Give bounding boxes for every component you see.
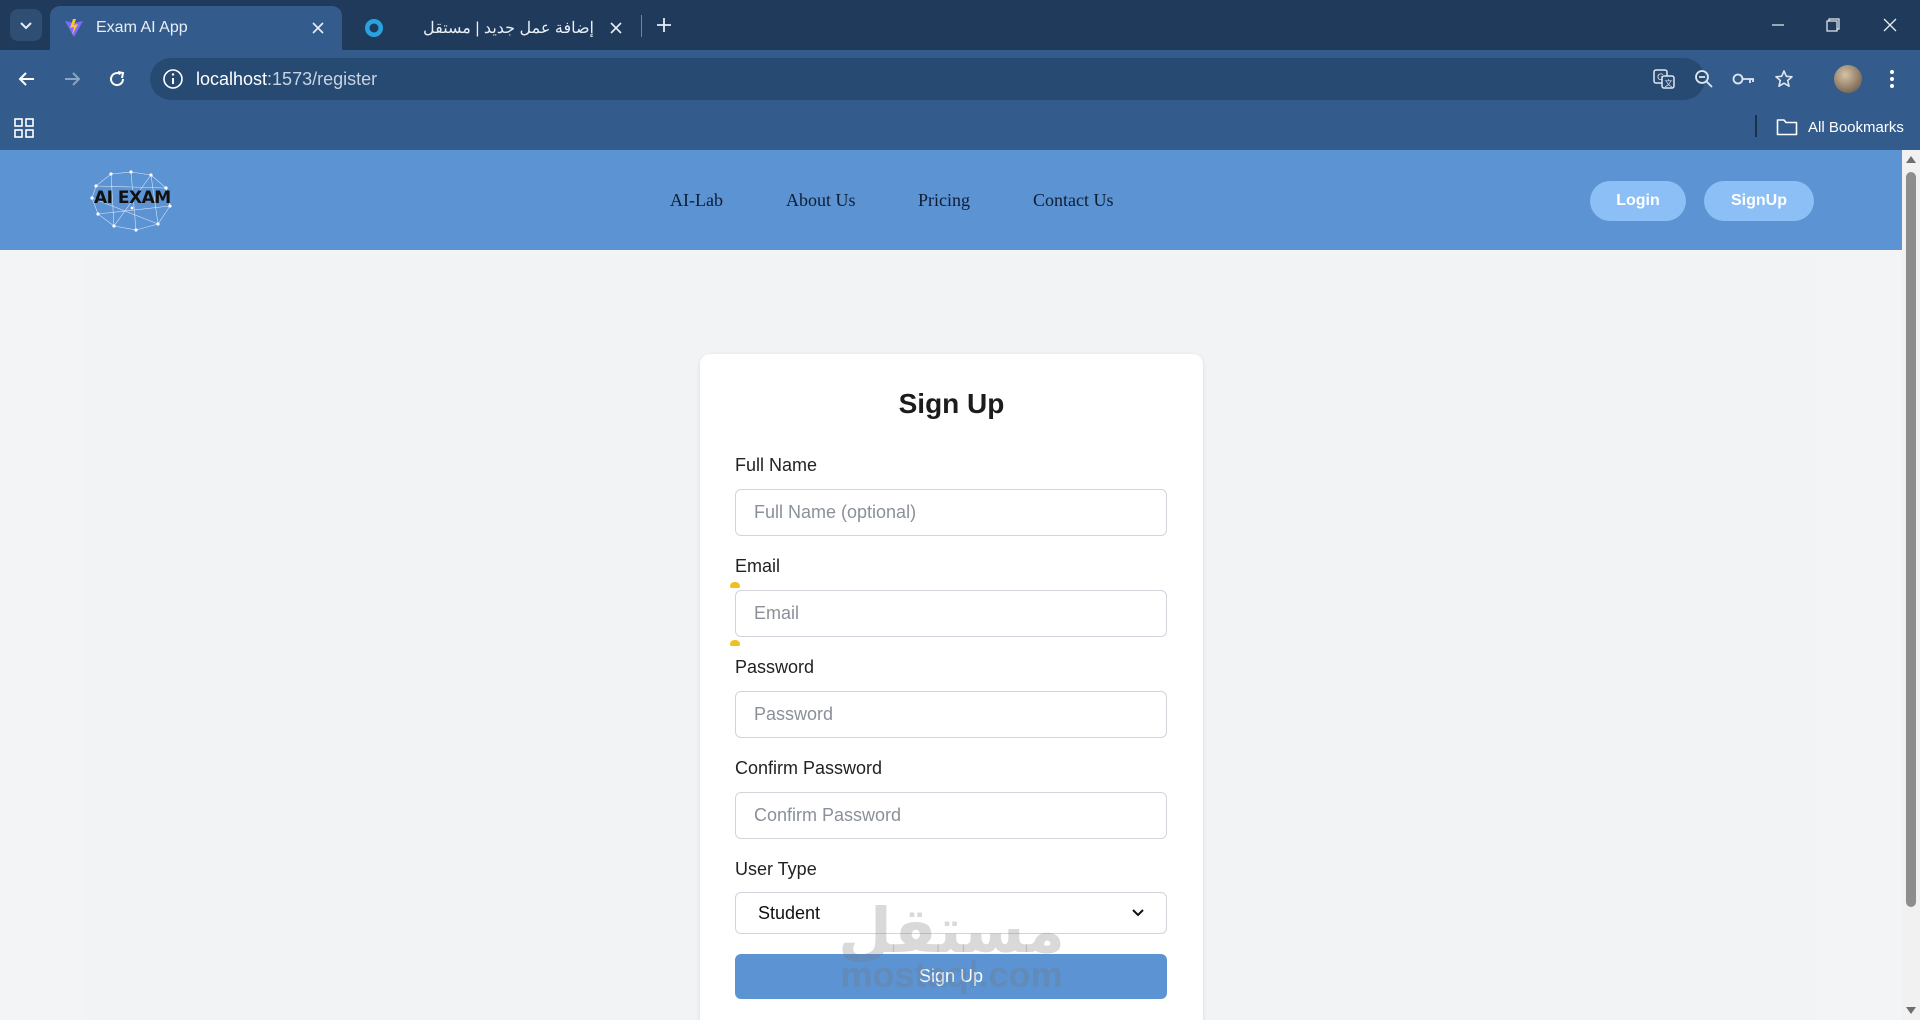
nav-pricing[interactable]: Pricing	[918, 190, 970, 211]
address-bar[interactable]: localhost:1573/register G文	[150, 58, 1793, 100]
new-tab-button[interactable]	[652, 13, 676, 37]
close-icon	[1883, 18, 1897, 32]
apps-icon[interactable]	[12, 116, 36, 140]
nav-about-us[interactable]: About Us	[786, 190, 856, 211]
chevron-down-icon	[20, 22, 32, 30]
url-host: localhost	[196, 69, 268, 89]
forward-button[interactable]	[57, 64, 87, 94]
site-header: AI EXAM AI-Lab About Us Pricing Contact …	[0, 150, 1902, 250]
forward-icon	[65, 72, 81, 86]
close-icon[interactable]	[308, 18, 328, 38]
browser-toolbar: localhost:1573/register G文	[0, 50, 1920, 107]
key-icon	[1732, 73, 1754, 85]
signup-submit-button[interactable]: Sign Up	[735, 954, 1167, 999]
nav-contact-us[interactable]: Contact Us	[1033, 190, 1114, 211]
full-name-label: Full Name	[735, 455, 818, 475]
reload-icon	[110, 71, 125, 87]
url-text[interactable]: localhost:1573/register	[196, 69, 377, 90]
chevron-down-icon	[1132, 909, 1144, 917]
zoom-out-icon	[1695, 70, 1713, 88]
login-button[interactable]: Login	[1590, 181, 1686, 221]
password-label: Password	[735, 657, 815, 677]
translate-icon: G文	[1653, 69, 1675, 89]
avatar[interactable]	[1834, 65, 1862, 93]
folder-icon	[1776, 119, 1798, 136]
tab-search-button[interactable]	[10, 9, 42, 41]
site-logo[interactable]: AI EXAM	[86, 166, 176, 234]
tab-exam-ai-app[interactable]: Exam AI App	[50, 6, 342, 50]
back-icon	[18, 72, 34, 86]
bookmarks-separator	[1755, 115, 1757, 137]
restore-button[interactable]	[1813, 10, 1853, 40]
circle-favicon-icon	[365, 19, 383, 37]
restore-icon	[1826, 18, 1840, 32]
close-window-button[interactable]	[1870, 10, 1910, 40]
url-path: :1573/register	[267, 69, 378, 89]
signup-button[interactable]: SignUp	[1704, 181, 1814, 221]
close-icon[interactable]	[606, 18, 626, 38]
tab-separator	[641, 15, 642, 37]
reload-button[interactable]	[102, 64, 132, 94]
tab-strip: Exam AI App إضافة عمل جديد | مستقل	[0, 0, 1920, 50]
confirm-password-input[interactable]	[735, 792, 1167, 839]
plus-icon	[657, 18, 671, 32]
user-type-value: Student	[758, 902, 821, 923]
svg-text:文: 文	[1665, 78, 1673, 88]
user-type-label: User Type	[735, 859, 817, 879]
tab-mostaql[interactable]: إضافة عمل جديد | مستقل	[350, 6, 640, 50]
bookmarks-bar: All Bookmarks	[0, 107, 1920, 150]
scroll-up-icon[interactable]	[1905, 154, 1917, 164]
tab-title: إضافة عمل جديد | مستقل	[422, 20, 594, 37]
scroll-down-icon[interactable]	[1905, 1006, 1917, 1016]
signup-card: Sign Up Full Name Email Password Confirm…	[700, 354, 1203, 1020]
email-label: Email	[735, 556, 781, 576]
password-input[interactable]	[735, 691, 1167, 738]
user-type-select[interactable]: Student	[735, 892, 1167, 934]
scrollbar[interactable]	[1902, 150, 1920, 1020]
nav-ai-lab[interactable]: AI-Lab	[670, 190, 723, 211]
all-bookmarks-label: All Bookmarks	[1808, 118, 1904, 136]
browser-menu-button[interactable]	[1880, 64, 1904, 94]
vite-icon	[65, 19, 83, 37]
star-icon	[1775, 70, 1793, 87]
tab-title: Exam AI App	[96, 19, 188, 36]
info-icon[interactable]	[162, 68, 184, 90]
form-title: Sign Up	[898, 388, 1005, 419]
back-button[interactable]	[12, 64, 42, 94]
zoom-button[interactable]	[1692, 67, 1716, 91]
minimize-icon	[1772, 24, 1784, 26]
confirm-password-label: Confirm Password	[735, 758, 883, 778]
bookmark-star-button[interactable]	[1772, 67, 1796, 91]
autofill-indicator	[730, 640, 740, 646]
more-vert-icon	[1890, 70, 1894, 88]
translate-button[interactable]: G文	[1652, 67, 1676, 91]
autofill-indicator	[730, 582, 740, 588]
scrollbar-thumb[interactable]	[1906, 172, 1916, 907]
minimize-button[interactable]	[1758, 10, 1798, 40]
all-bookmarks-button[interactable]: All Bookmarks	[1776, 115, 1904, 139]
logo-text: AI EXAM	[94, 188, 171, 208]
full-name-input[interactable]	[735, 489, 1167, 536]
page-viewport: AI EXAM AI-Lab About Us Pricing Contact …	[0, 150, 1902, 1020]
email-input[interactable]	[735, 590, 1167, 637]
password-manager-button[interactable]	[1732, 67, 1756, 91]
